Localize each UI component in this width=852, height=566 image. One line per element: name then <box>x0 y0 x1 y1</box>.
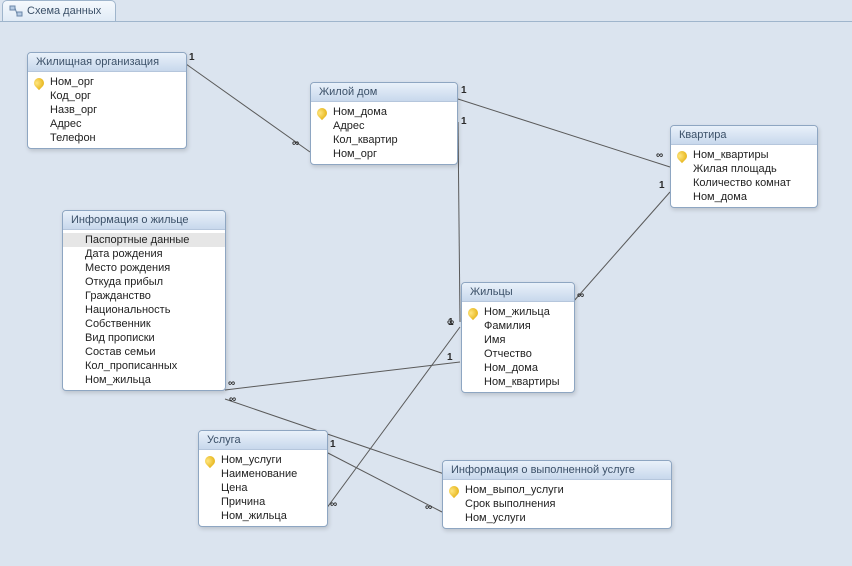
field[interactable]: Причина <box>199 495 327 509</box>
entity-apartment[interactable]: Квартира Ном_квартиры Жилая площадь Коли… <box>670 125 818 208</box>
canvas[interactable]: 1 ∞ 1 ∞ 1 ∞ 1 ∞ 1 ∞ ∞ 1 1 ∞ 1 ∞ Жилищная… <box>0 21 852 566</box>
field[interactable]: Код_орг <box>28 89 186 103</box>
entity-housing-org[interactable]: Жилищная организация Ном_орг Код_орг Наз… <box>27 52 187 149</box>
entity-title: Услуга <box>199 431 327 450</box>
field[interactable]: Собственник <box>63 317 225 331</box>
entity-service-info[interactable]: Информация о выполненной услуге Ном_выпо… <box>442 460 672 529</box>
card-one: 1 <box>461 85 467 96</box>
card-one: 1 <box>447 352 453 363</box>
field[interactable]: Ном_жильца <box>199 509 327 523</box>
field[interactable]: Место рождения <box>63 261 225 275</box>
field[interactable]: Имя <box>462 333 574 347</box>
card-many: ∞ <box>292 138 299 149</box>
field[interactable]: Кол_квартир <box>311 133 457 147</box>
field[interactable]: Откуда прибыл <box>63 275 225 289</box>
field[interactable]: Отчество <box>462 347 574 361</box>
field[interactable]: Ном_жильца <box>462 305 574 319</box>
entity-service[interactable]: Услуга Ном_услуги Наименование Цена Прич… <box>198 430 328 527</box>
entity-fields: Паспортные данные Дата рождения Место ро… <box>63 230 225 390</box>
entity-residents[interactable]: Жильцы Ном_жильца Фамилия Имя Отчество Н… <box>461 282 575 393</box>
field[interactable]: Гражданство <box>63 289 225 303</box>
field[interactable]: Состав семьи <box>63 345 225 359</box>
field[interactable]: Паспортные данные <box>63 233 225 247</box>
card-many: ∞ <box>229 394 236 405</box>
field[interactable]: Телефон <box>28 131 186 145</box>
card-one: 1 <box>461 116 467 127</box>
entity-fields: Ном_услуги Наименование Цена Причина Ном… <box>199 450 327 526</box>
tab-bar: Схема данных <box>0 0 852 22</box>
card-one: 1 <box>330 439 336 450</box>
entity-title: Жилищная организация <box>28 53 186 72</box>
field[interactable]: Ном_орг <box>311 147 457 161</box>
relationships-icon <box>9 4 23 18</box>
card-many: ∞ <box>425 502 432 513</box>
field[interactable]: Адрес <box>311 119 457 133</box>
entity-title: Информация о жильце <box>63 211 225 230</box>
card-one: 1 <box>189 52 195 63</box>
entity-title: Жильцы <box>462 283 574 302</box>
field[interactable]: Ном_квартиры <box>671 148 817 162</box>
card-one: 1 <box>448 317 454 328</box>
field[interactable]: Адрес <box>28 117 186 131</box>
tab-label: Схема данных <box>27 1 101 21</box>
entity-fields: Ном_квартиры Жилая площадь Количество ко… <box>671 145 817 207</box>
field[interactable]: Наименование <box>199 467 327 481</box>
entity-fields: Ном_выпол_услуги Срок выполнения Ном_усл… <box>443 480 671 528</box>
field[interactable]: Кол_прописанных <box>63 359 225 373</box>
field[interactable]: Ном_орг <box>28 75 186 89</box>
entity-fields: Ном_дома Адрес Кол_квартир Ном_орг <box>311 102 457 164</box>
field[interactable]: Срок выполнения <box>443 497 671 511</box>
field[interactable]: Дата рождения <box>63 247 225 261</box>
field[interactable]: Ном_жильца <box>63 373 225 387</box>
field[interactable]: Вид прописки <box>63 331 225 345</box>
card-many: ∞ <box>228 378 235 389</box>
card-many: ∞ <box>330 499 337 510</box>
field[interactable]: Ном_квартиры <box>462 375 574 389</box>
card-one: 1 <box>659 180 665 191</box>
field[interactable]: Ном_выпол_услуги <box>443 483 671 497</box>
entity-fields: Ном_жильца Фамилия Имя Отчество Ном_дома… <box>462 302 574 392</box>
field[interactable]: Ном_услуги <box>199 453 327 467</box>
entity-title: Информация о выполненной услуге <box>443 461 671 480</box>
entity-resident-info[interactable]: Информация о жильце Паспортные данные Да… <box>62 210 226 391</box>
field[interactable]: Ном_дома <box>671 190 817 204</box>
entity-house[interactable]: Жилой дом Ном_дома Адрес Кол_квартир Ном… <box>310 82 458 165</box>
field[interactable]: Ном_услуги <box>443 511 671 525</box>
field[interactable]: Ном_дома <box>311 105 457 119</box>
field[interactable]: Фамилия <box>462 319 574 333</box>
card-many: ∞ <box>656 150 663 161</box>
entity-fields: Ном_орг Код_орг Назв_орг Адрес Телефон <box>28 72 186 148</box>
entity-title: Квартира <box>671 126 817 145</box>
field[interactable]: Назв_орг <box>28 103 186 117</box>
tab-schema[interactable]: Схема данных <box>2 0 116 21</box>
field[interactable]: Национальность <box>63 303 225 317</box>
workspace: Схема данных 1 ∞ 1 ∞ 1 ∞ 1 ∞ 1 ∞ ∞ <box>0 0 852 566</box>
field[interactable]: Жилая площадь <box>671 162 817 176</box>
entity-title: Жилой дом <box>311 83 457 102</box>
card-many: ∞ <box>577 290 584 301</box>
field[interactable]: Цена <box>199 481 327 495</box>
field[interactable]: Количество комнат <box>671 176 817 190</box>
field[interactable]: Ном_дома <box>462 361 574 375</box>
